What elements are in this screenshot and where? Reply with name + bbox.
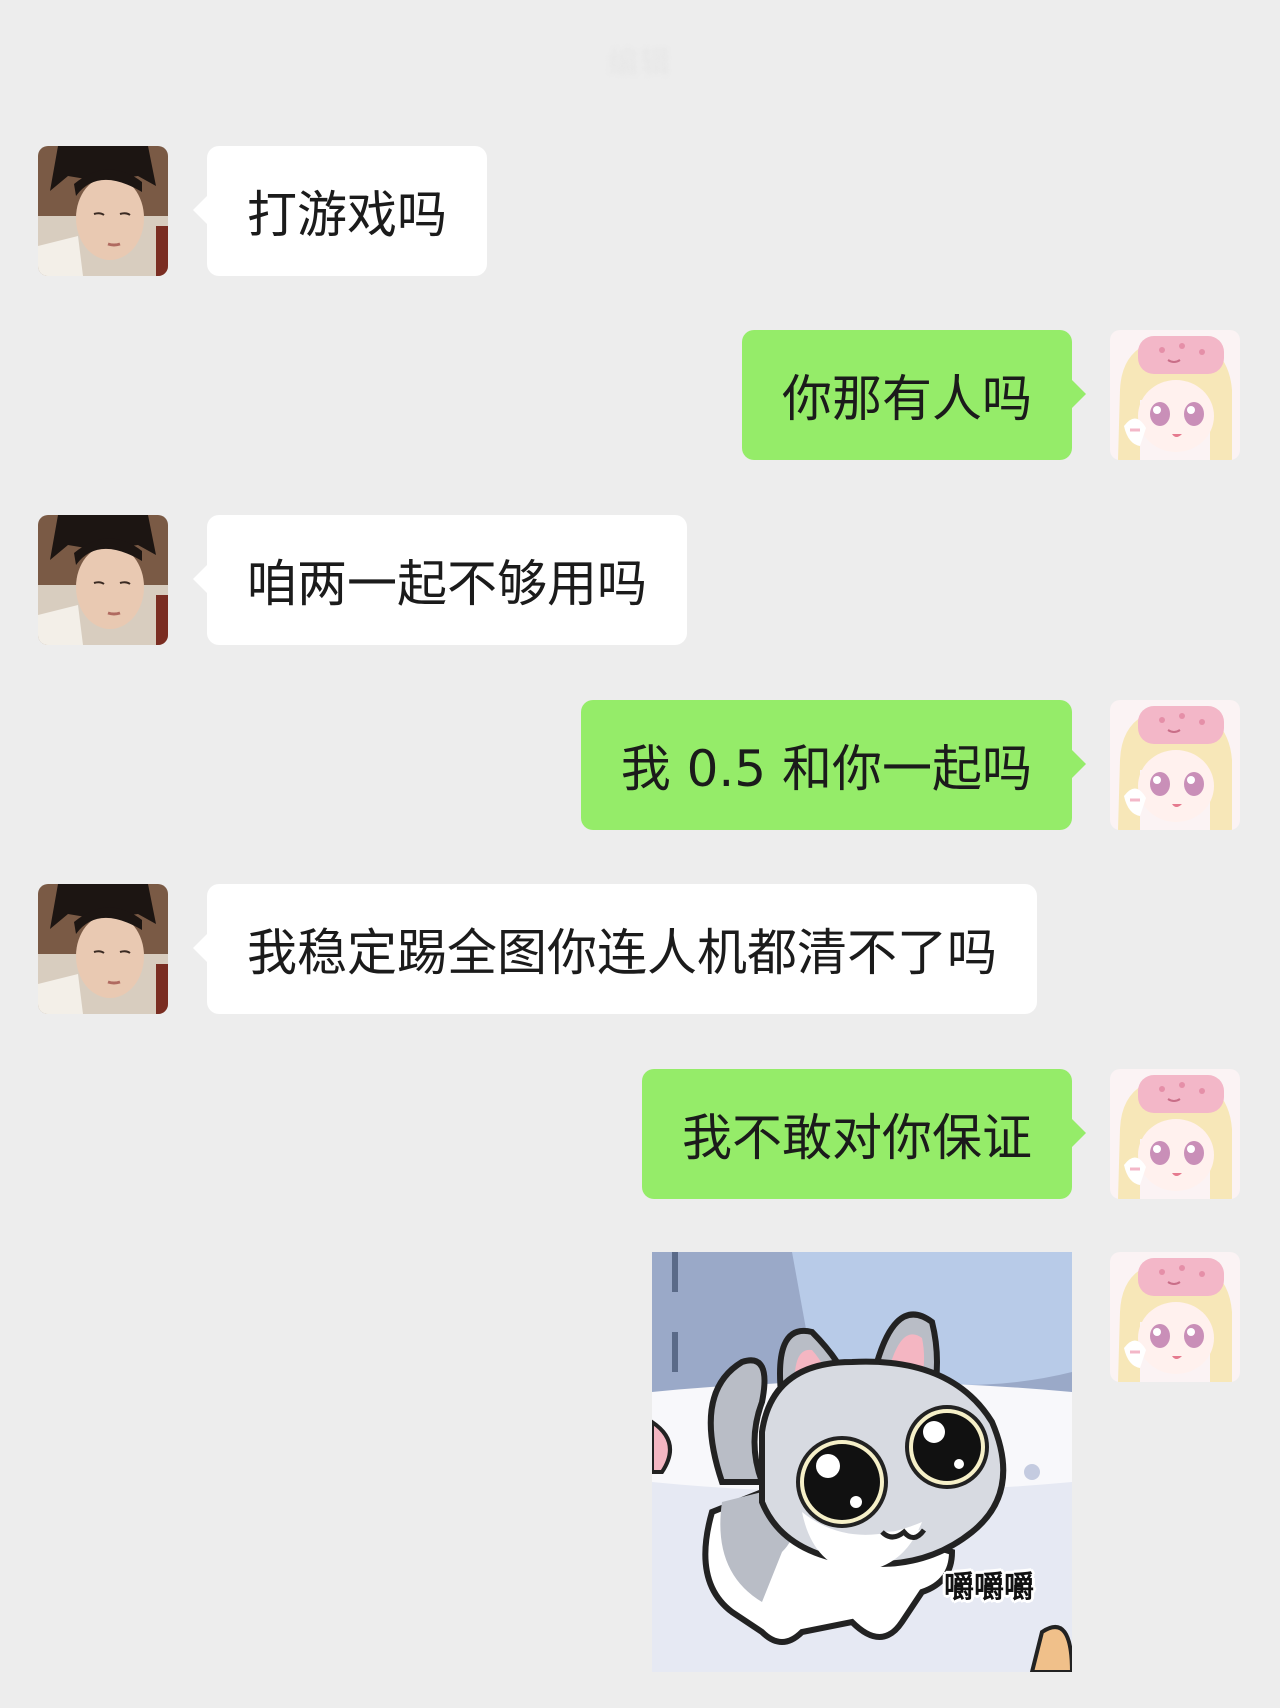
chat-title: 编辑	[608, 46, 672, 81]
outgoing-message-bubble[interactable]: 你那有人吗	[742, 330, 1086, 460]
self-avatar[interactable]	[1110, 1069, 1240, 1199]
incoming-message-bubble[interactable]: 打游戏吗	[193, 146, 487, 276]
cat-sticker-image	[652, 1252, 1072, 1672]
outgoing-message-bubble[interactable]: 我 0.5 和你一起吗	[580, 700, 1087, 830]
self-avatar[interactable]	[1110, 1252, 1240, 1382]
cat-sticker-message[interactable]: 嚼嚼嚼	[652, 1252, 1072, 1672]
sticker-caption: 嚼嚼嚼	[944, 1570, 1034, 1605]
outgoing-message-bubble[interactable]: 我不敢对你保证	[642, 1069, 1086, 1199]
self-avatar[interactable]	[1110, 330, 1240, 460]
contact-avatar[interactable]	[38, 884, 168, 1014]
contact-avatar[interactable]	[38, 515, 168, 645]
incoming-message-bubble[interactable]: 咱两一起不够用吗	[193, 515, 687, 645]
self-avatar[interactable]	[1110, 700, 1240, 830]
incoming-message-bubble[interactable]: 我稳定踢全图你连人机都清不了吗	[193, 884, 1037, 1014]
contact-avatar[interactable]	[38, 146, 168, 276]
